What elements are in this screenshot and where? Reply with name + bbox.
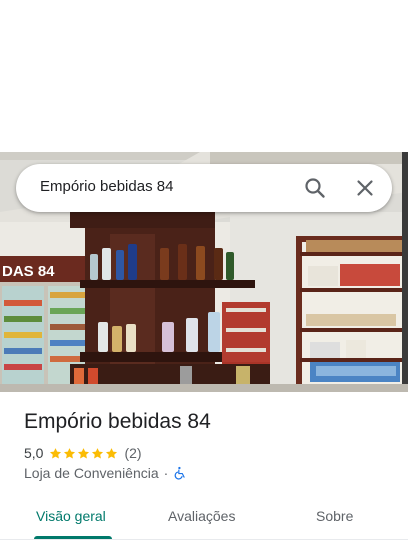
rating-value: 5,0 bbox=[24, 445, 44, 461]
review-count: (2) bbox=[124, 445, 142, 461]
search-bar[interactable]: Empório bebidas 84 bbox=[16, 164, 392, 212]
star-icon bbox=[50, 447, 62, 459]
store-sign-text: DAS 84 bbox=[2, 263, 55, 280]
place-title: Empório bebidas 84 bbox=[24, 410, 211, 433]
star-icon bbox=[106, 447, 118, 459]
star-icon bbox=[78, 447, 90, 459]
search-icon[interactable] bbox=[303, 176, 327, 200]
tab-divider bbox=[0, 539, 408, 540]
rating-stars bbox=[49, 447, 118, 460]
tab-overview[interactable]: Visão geral bbox=[36, 508, 106, 524]
tab-reviews[interactable]: Avaliações bbox=[168, 508, 235, 524]
place-tabs: Visão geral Avaliações Sobre bbox=[0, 496, 408, 544]
rating-row[interactable]: 5,0 (2) bbox=[24, 445, 142, 461]
place-info-panel: Empório bebidas 84 5,0 (2) Loja de Conve… bbox=[0, 392, 408, 544]
wheelchair-icon bbox=[174, 466, 185, 480]
star-icon bbox=[92, 447, 104, 459]
search-input[interactable]: Empório bebidas 84 bbox=[40, 178, 173, 195]
separator-dot: · bbox=[163, 465, 169, 481]
top-blank-area bbox=[0, 0, 408, 152]
star-icon bbox=[64, 447, 76, 459]
place-category: Loja de Conveniência bbox=[24, 465, 159, 481]
category-row: Loja de Conveniência · bbox=[24, 465, 187, 481]
close-icon[interactable] bbox=[353, 176, 377, 200]
tab-about[interactable]: Sobre bbox=[316, 508, 353, 524]
